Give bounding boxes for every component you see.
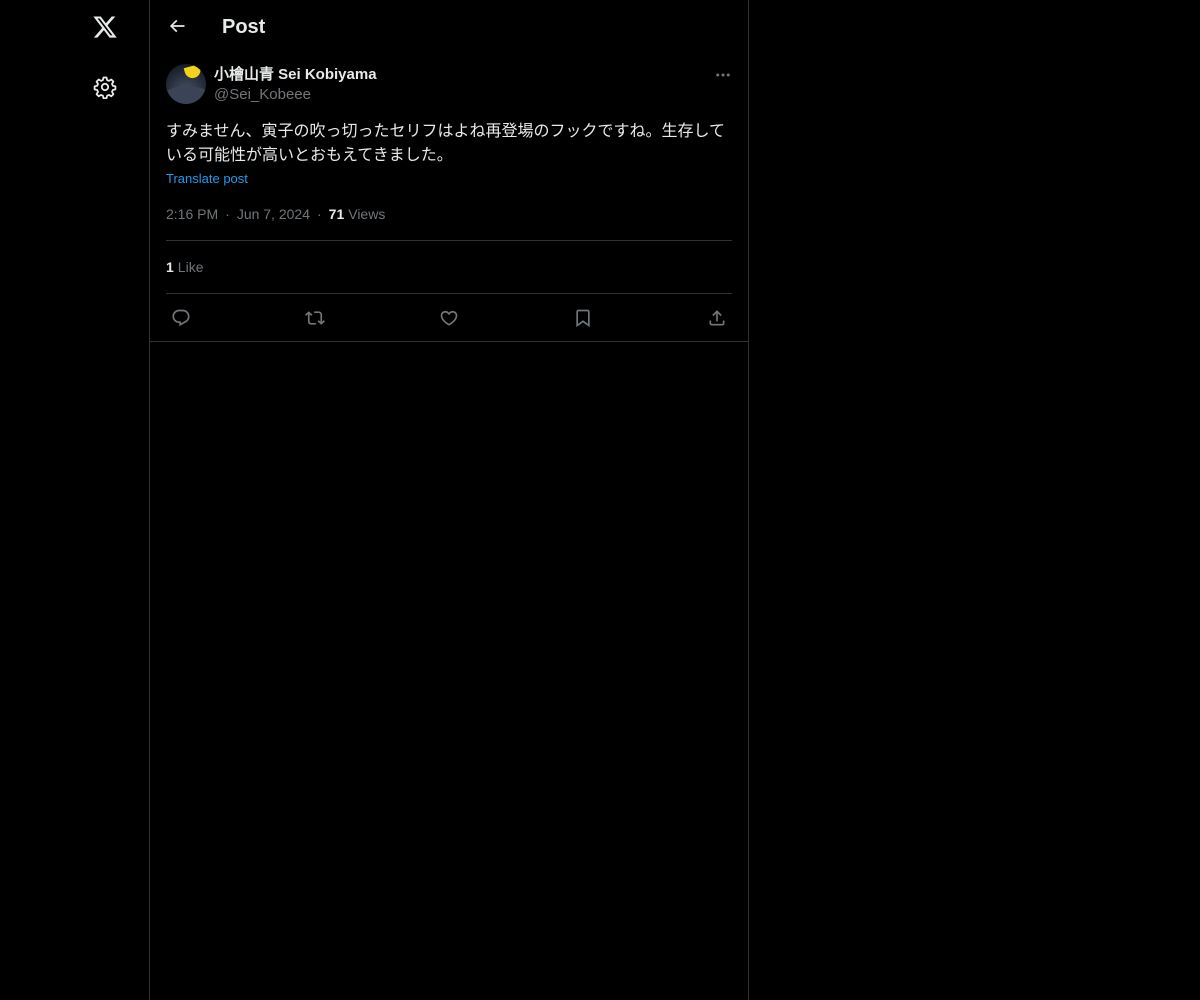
left-nav [0,0,149,1000]
page-title: Post [222,16,266,38]
like-button[interactable] [437,306,461,330]
views-count: 71 [328,206,345,222]
likes-count: 1 [166,259,174,275]
reply-icon [172,309,190,327]
heart-icon [440,310,458,326]
share-icon [709,310,725,326]
page: Post 小檜山青 Sei Kobiyama @Sei_Kobeee すみません… [0,0,1200,1000]
divider [166,240,732,241]
post-text: すみません、寅子の吹っ切ったセリフはよね再登場のフックですね。生存している可能性… [166,123,726,164]
post: 小檜山青 Sei Kobiyama @Sei_Kobeee すみません、寅子の吹… [150,54,748,342]
more-button[interactable] [710,64,736,86]
post-meta: 2:16 PM · Jun 7, 2024 · 71 Views [166,205,385,223]
author-name[interactable]: 小檜山青 Sei Kobiyama [214,65,377,85]
translate-post-link[interactable]: Translate post [166,171,248,187]
post-time[interactable]: 2:16 PM [166,205,218,223]
bookmark-icon [576,309,590,328]
page-header: Post [150,0,748,54]
more-horizontal-icon [716,73,730,77]
gear-icon[interactable] [86,68,124,106]
bookmark-button[interactable] [571,306,595,330]
main-column: Post 小檜山青 Sei Kobiyama @Sei_Kobeee すみません… [149,0,749,1000]
avatar-landscape [166,86,206,104]
repost-icon [305,311,325,325]
avatar-moon [183,64,203,80]
x-logo-glyph [93,16,117,38]
repost-button[interactable] [303,306,327,330]
likes-summary[interactable]: 1 Like [166,258,203,276]
post-date[interactable]: Jun 7, 2024 [237,205,310,223]
share-button[interactable] [705,306,729,330]
arrow-left-icon [169,19,185,33]
reply-button[interactable] [169,306,193,330]
back-button[interactable] [162,11,192,41]
views-label: Views [348,206,386,222]
meta-separator: · [225,206,230,222]
post-actions [150,294,748,342]
gear-glyph [93,76,117,99]
x-logo-icon[interactable] [86,8,124,46]
avatar[interactable] [166,64,206,104]
meta-separator: · [316,206,322,222]
author-handle[interactable]: @Sei_Kobeee [214,85,311,105]
likes-label: Like [177,259,204,275]
